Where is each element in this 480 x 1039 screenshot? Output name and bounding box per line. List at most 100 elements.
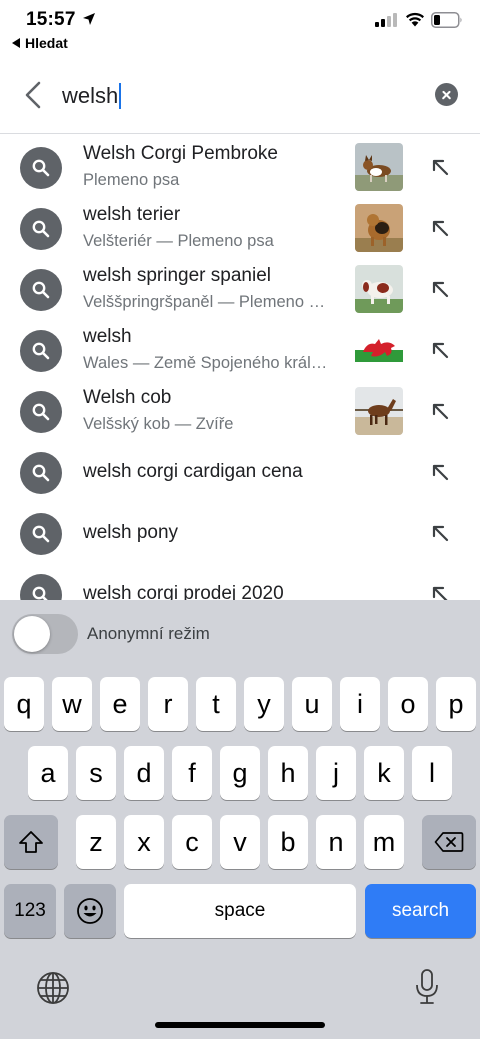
terrier-thumbnail xyxy=(355,204,403,252)
key-g[interactable]: g xyxy=(220,746,260,800)
suggestion-subtitle: Wales — Země Spojeného království xyxy=(83,354,333,372)
fill-query-arrow-icon[interactable] xyxy=(430,401,450,421)
key-q[interactable]: q xyxy=(4,677,44,731)
key-a[interactable]: a xyxy=(28,746,68,800)
status-bar: 15:57 xyxy=(0,0,480,36)
suggestion-subtitle: Velšteriér — Plemeno psa xyxy=(83,232,274,250)
fill-query-arrow-icon[interactable] xyxy=(430,523,450,543)
search-key[interactable]: search xyxy=(365,884,476,938)
key-f[interactable]: f xyxy=(172,746,212,800)
wifi-icon xyxy=(406,12,424,27)
key-i[interactable]: i xyxy=(340,677,380,731)
key-e[interactable]: e xyxy=(100,677,140,731)
suggestion-title: welsh springer spaniel xyxy=(83,265,271,286)
incognito-toggle[interactable] xyxy=(12,614,78,654)
suggestion-title: welsh corgi prodej 2020 xyxy=(83,583,284,600)
shift-arrow-icon xyxy=(19,831,43,853)
key-m[interactable]: m xyxy=(364,815,404,869)
location-arrow-icon xyxy=(83,13,95,25)
search-icon xyxy=(20,452,62,494)
fill-query-arrow-icon[interactable] xyxy=(430,157,450,177)
key-y[interactable]: y xyxy=(244,677,284,731)
key-u[interactable]: u xyxy=(292,677,332,731)
key-d[interactable]: d xyxy=(124,746,164,800)
key-t[interactable]: t xyxy=(196,677,236,731)
fill-query-arrow-icon[interactable] xyxy=(430,462,450,482)
key-j[interactable]: j xyxy=(316,746,356,800)
incognito-label: Anonymní režim xyxy=(87,624,210,643)
microphone-icon[interactable] xyxy=(414,968,440,1006)
globe-icon[interactable] xyxy=(36,971,70,1005)
space-key[interactable]: space xyxy=(124,884,356,938)
keyboard-area: Anonymní režim q w e r t y u i o p a s d… xyxy=(0,600,480,1039)
suggestion-title: Welsh Corgi Pembroke xyxy=(83,143,279,164)
fill-query-arrow-icon[interactable] xyxy=(430,340,450,360)
clear-search-button[interactable] xyxy=(435,83,458,106)
suggestion-item[interactable]: welsh terier Velšteriér — Plemeno psa xyxy=(0,198,480,259)
search-icon xyxy=(20,147,62,189)
suggestion-item[interactable]: welsh Wales — Země Spojeného království xyxy=(0,320,480,381)
status-time: 15:57 xyxy=(26,9,76,30)
suggestion-title: welsh corgi cardigan cena xyxy=(83,461,303,482)
key-v[interactable]: v xyxy=(220,815,260,869)
suggestion-subtitle: Velššpringršpaněl — Plemeno psa xyxy=(83,293,333,311)
corgi-thumbnail xyxy=(355,143,403,191)
suggestion-title: Welsh cob xyxy=(83,387,172,408)
search-input[interactable]: welsh xyxy=(62,78,402,114)
toggle-knob xyxy=(14,616,50,652)
search-header: welsh xyxy=(0,60,480,134)
suggestion-list: Welsh Corgi Pembroke Plemeno psa welsh t… xyxy=(0,135,480,600)
suggestion-title: welsh pony xyxy=(83,522,179,543)
back-to-app-label: Hledat xyxy=(25,35,68,51)
search-icon xyxy=(20,574,62,600)
backspace-key[interactable] xyxy=(422,815,476,869)
key-l[interactable]: l xyxy=(412,746,452,800)
cellular-signal-icon xyxy=(375,13,397,27)
wales-flag-thumbnail xyxy=(355,326,403,374)
key-w[interactable]: w xyxy=(52,677,92,731)
back-arrow-icon[interactable] xyxy=(22,80,44,110)
fill-query-arrow-icon[interactable] xyxy=(430,584,450,600)
suggestion-item[interactable]: welsh corgi cardigan cena xyxy=(0,442,480,503)
key-p[interactable]: p xyxy=(436,677,476,731)
battery-icon xyxy=(431,12,462,28)
key-o[interactable]: o xyxy=(388,677,428,731)
fill-query-arrow-icon[interactable] xyxy=(430,218,450,238)
incognito-row: Anonymní režim xyxy=(0,600,480,666)
emoji-key[interactable] xyxy=(64,884,116,938)
key-h[interactable]: h xyxy=(268,746,308,800)
key-c[interactable]: c xyxy=(172,815,212,869)
emoji-icon xyxy=(77,898,103,924)
key-b[interactable]: b xyxy=(268,815,308,869)
suggestion-title: welsh terier xyxy=(83,204,181,225)
fill-query-arrow-icon[interactable] xyxy=(430,279,450,299)
spaniel-thumbnail xyxy=(355,265,403,313)
suggestion-item[interactable]: welsh corgi prodej 2020 xyxy=(0,564,480,600)
suggestion-item[interactable]: welsh springer spaniel Velššpringršpaněl… xyxy=(0,259,480,320)
key-n[interactable]: n xyxy=(316,815,356,869)
numbers-key[interactable]: 123 xyxy=(4,884,56,938)
back-to-app-link[interactable]: Hledat xyxy=(12,35,68,51)
search-icon xyxy=(20,513,62,555)
suggestion-item[interactable]: Welsh Corgi Pembroke Plemeno psa xyxy=(0,137,480,198)
search-input-value: welsh xyxy=(62,83,119,108)
suggestion-title: welsh xyxy=(83,326,132,347)
search-icon xyxy=(20,391,62,433)
suggestion-item[interactable]: Welsh cob Velšský kob — Zvíře xyxy=(0,381,480,442)
key-r[interactable]: r xyxy=(148,677,188,731)
horse-thumbnail xyxy=(355,387,403,435)
key-x[interactable]: x xyxy=(124,815,164,869)
key-s[interactable]: s xyxy=(76,746,116,800)
text-caret xyxy=(119,83,122,109)
suggestion-subtitle: Velšský kob — Zvíře xyxy=(83,415,234,433)
search-icon xyxy=(20,330,62,372)
key-k[interactable]: k xyxy=(364,746,404,800)
home-indicator xyxy=(155,1022,325,1028)
search-icon xyxy=(20,269,62,311)
shift-key[interactable] xyxy=(4,815,58,869)
suggestion-subtitle: Plemeno psa xyxy=(83,171,180,189)
back-triangle-icon xyxy=(12,38,20,48)
suggestion-item[interactable]: welsh pony xyxy=(0,503,480,564)
backspace-icon xyxy=(434,832,464,852)
key-z[interactable]: z xyxy=(76,815,116,869)
